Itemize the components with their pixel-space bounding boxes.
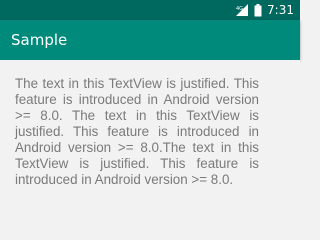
app-bar: Sample — [0, 20, 300, 60]
battery-icon — [254, 3, 262, 17]
status-icons: 4G 7:31 — [235, 2, 294, 18]
status-time: 7:31 — [267, 3, 294, 17]
app-title: Sample — [11, 31, 68, 49]
justified-text-view: The text in this TextView is justified. … — [15, 76, 259, 187]
main-content: The text in this TextView is justified. … — [0, 60, 300, 210]
status-bar: 4G 7:31 — [0, 0, 300, 20]
signal-icon: 4G — [235, 4, 249, 16]
network-type-label: 4G — [236, 6, 243, 12]
